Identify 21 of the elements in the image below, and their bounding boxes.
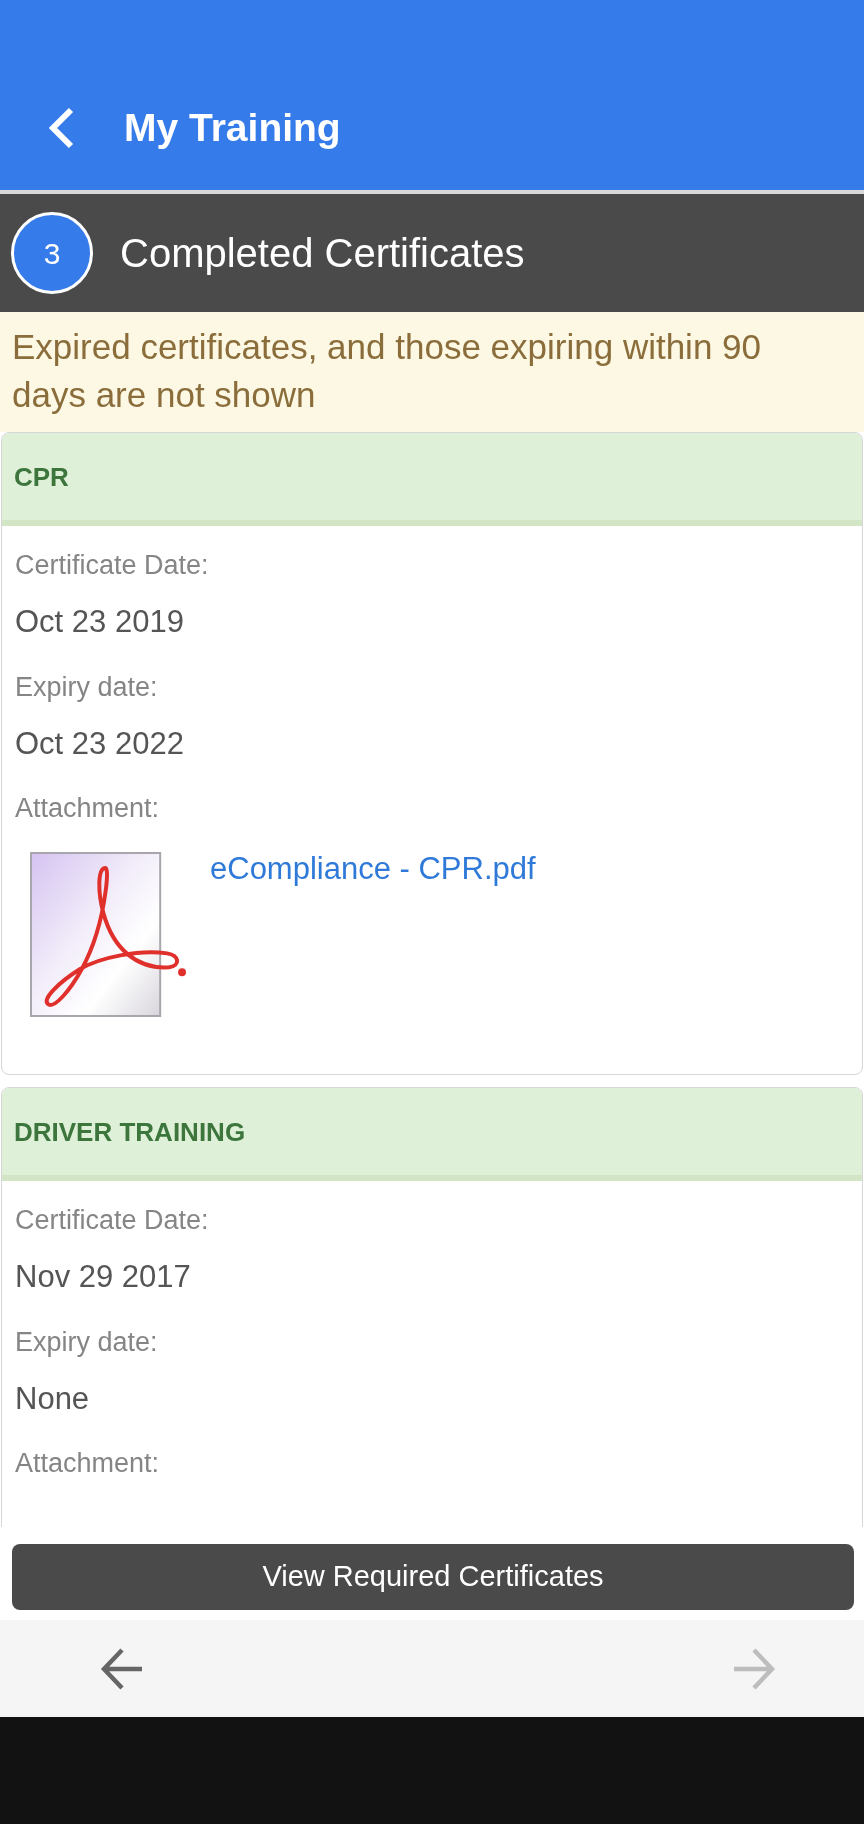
field-label: Certificate Date: — [15, 549, 209, 582]
pdf-file-icon[interactable] — [30, 852, 189, 1019]
field-value: Oct 23 2022 — [15, 727, 184, 761]
notice-text: Expired certificates, and those expiring within 90 days are not shown — [12, 326, 762, 416]
chevron-left-icon[interactable] — [47, 106, 75, 150]
view-required-certificates-button[interactable]: View Required Certificates — [12, 1544, 854, 1610]
certificate-title: DRIVER TRAINING — [14, 1115, 246, 1149]
step-number-badge: 3 — [11, 212, 93, 294]
page-title: My Training — [124, 105, 341, 151]
arrow-left-icon[interactable] — [100, 1646, 144, 1691]
certificate-title: CPR — [14, 460, 69, 494]
section-title: Completed Certificates — [120, 230, 525, 277]
field-label: Certificate Date: — [15, 1204, 209, 1237]
field-value: Oct 23 2019 — [15, 605, 184, 639]
field-value: Nov 29 2017 — [15, 1260, 191, 1294]
field-label: Attachment: — [15, 1447, 160, 1480]
field-label: Attachment: — [15, 792, 160, 825]
field-label: Expiry date: — [15, 1326, 158, 1359]
attachment-link[interactable]: eCompliance - CPR.pdf — [210, 852, 536, 886]
field-label: Expiry date: — [15, 671, 158, 704]
field-value: None — [15, 1382, 90, 1416]
